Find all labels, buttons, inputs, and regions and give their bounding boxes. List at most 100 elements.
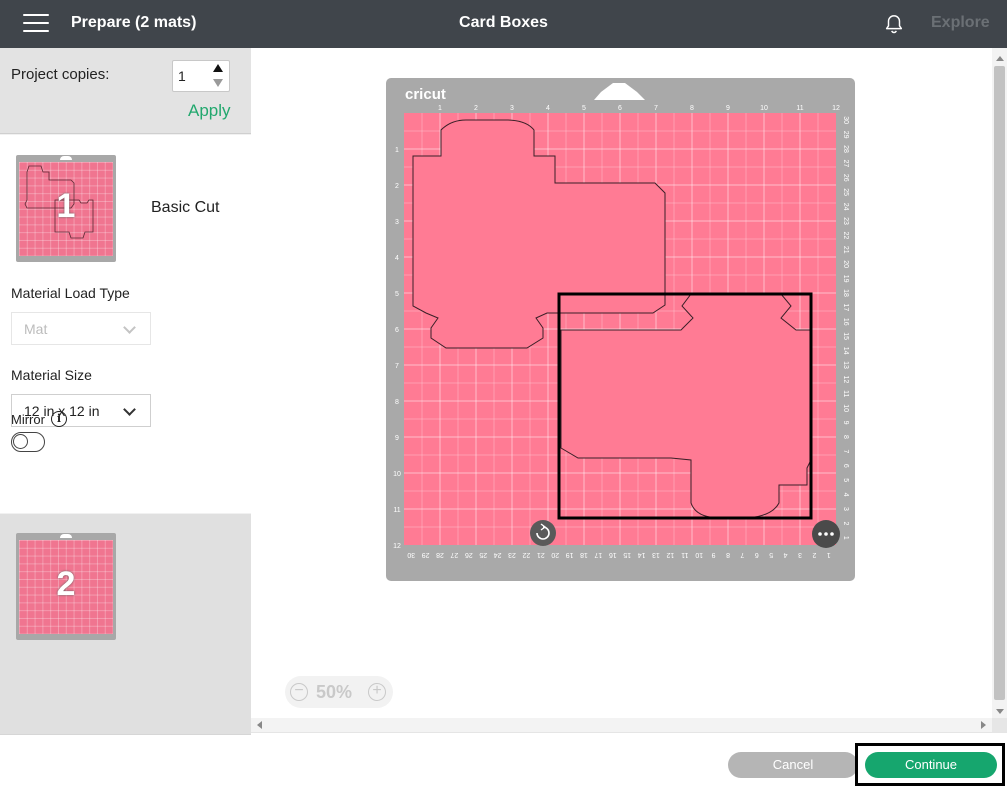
material-size-label: Material Size <box>11 367 92 383</box>
ruler-label: 7 <box>740 551 744 558</box>
ruler-label: 8 <box>726 551 730 558</box>
ruler-label: 23 <box>842 217 849 225</box>
ruler-label: 12 <box>832 105 840 112</box>
zoom-control: − 50% + <box>285 676 393 708</box>
ruler-label: 5 <box>395 291 399 298</box>
ruler-label: 16 <box>609 551 617 558</box>
scroll-left-arrow-icon[interactable] <box>257 721 262 729</box>
ruler-label: 1 <box>842 536 849 540</box>
ruler-label: 24 <box>842 203 849 211</box>
material-load-type-select: Mat <box>11 312 151 345</box>
mat-1-thumbnail[interactable]: 1 <box>16 155 116 262</box>
horizontal-scrollbar[interactable] <box>251 718 992 732</box>
mat-canvas: cricut 1 2 3 4 5 6 7 8 9 10 11 12 1 2 3 4 5 6 7 8 9 10 11 12 30 2… <box>251 48 992 718</box>
mat-notch <box>60 156 72 160</box>
material-load-type-value: Mat <box>24 321 48 337</box>
ruler-label: 9 <box>712 551 716 558</box>
explore-link[interactable]: Explore <box>931 14 990 32</box>
ruler-label: 16 <box>842 318 849 326</box>
rotate-icon[interactable] <box>530 520 556 546</box>
bell-icon[interactable] <box>883 13 905 35</box>
mirror-label: Mirror <box>11 412 45 427</box>
mat-2-section: 2 <box>0 514 251 734</box>
ruler-label: 17 <box>594 551 602 558</box>
ruler-label: 30 <box>842 116 849 124</box>
ruler-label: 4 <box>842 493 849 497</box>
zoom-in-icon[interactable]: + <box>368 683 386 701</box>
ruler-label: 11 <box>393 507 400 514</box>
ruler-label: 1 <box>438 105 442 112</box>
ruler-label: 11 <box>681 551 688 558</box>
scrollbar-corner <box>992 718 1007 732</box>
ruler-label: 19 <box>566 551 574 558</box>
ruler-label: 1 <box>827 551 831 558</box>
zoom-out-icon[interactable]: − <box>290 683 308 701</box>
page-title: Prepare (2 mats) <box>71 14 197 31</box>
scroll-right-arrow-icon[interactable] <box>981 721 986 729</box>
ruler-label: 27 <box>450 551 458 558</box>
scroll-up-arrow-icon[interactable] <box>996 56 1004 61</box>
ruler-label: 21 <box>537 551 545 558</box>
menu-icon[interactable] <box>23 14 49 34</box>
ruler-label: 6 <box>842 464 849 468</box>
ruler-label: 20 <box>551 551 559 558</box>
ruler-label: 7 <box>654 105 658 112</box>
ruler-label: 4 <box>784 551 788 558</box>
ruler-label: 24 <box>494 551 502 558</box>
ruler-label: 25 <box>842 188 849 196</box>
ruler-label: 3 <box>510 105 514 112</box>
cancel-button[interactable]: Cancel <box>728 752 858 778</box>
ruler-label: 8 <box>395 399 399 406</box>
ruler-label: 5 <box>769 551 773 558</box>
info-icon[interactable]: i <box>51 411 67 427</box>
ruler-label: 3 <box>842 507 849 511</box>
left-panel-footer <box>0 734 251 795</box>
mat-1-number: 1 <box>56 187 76 225</box>
vertical-scrollbar[interactable] <box>992 48 1007 718</box>
ruler-label: 30 <box>407 551 415 558</box>
ruler-label: 28 <box>842 145 849 153</box>
ruler-label: 5 <box>842 478 849 482</box>
mat-list-panel: Project copies: 1 Apply 1 Basic Cut Mate… <box>0 48 251 795</box>
project-copies-label: Project copies: <box>11 66 110 83</box>
ruler-label: 19 <box>842 275 849 283</box>
ruler-label: 10 <box>842 404 849 412</box>
ruler-label: 3 <box>798 551 802 558</box>
ruler-label: 18 <box>580 551 588 558</box>
chevron-down-icon <box>123 403 136 416</box>
ruler-label: 14 <box>842 347 849 355</box>
increment-arrow-icon[interactable] <box>213 64 223 72</box>
project-copies-input[interactable]: 1 <box>172 60 230 92</box>
more-options-icon[interactable] <box>812 520 840 548</box>
vertical-scroll-thumb[interactable] <box>994 66 1005 700</box>
mirror-toggle[interactable] <box>11 432 45 452</box>
toggle-knob <box>13 434 28 449</box>
ruler-label: 26 <box>842 174 849 182</box>
ruler-label: 8 <box>690 105 694 112</box>
ruler-label: 27 <box>842 160 849 168</box>
continue-button[interactable]: Continue <box>865 752 997 778</box>
ruler-label: 2 <box>474 105 478 112</box>
ruler-label: 29 <box>422 551 430 558</box>
ruler-label: 7 <box>842 449 849 453</box>
ruler-label: 6 <box>395 327 399 334</box>
ruler-label: 3 <box>395 219 399 226</box>
zoom-level: 50% <box>316 682 353 702</box>
mat-2-number: 2 <box>56 565 76 603</box>
cut-mode-label: Basic Cut <box>151 199 220 216</box>
mat-2-thumbnail[interactable]: 2 <box>16 533 116 640</box>
decrement-arrow-icon[interactable] <box>213 79 223 87</box>
ruler-label: 2 <box>812 551 816 558</box>
ruler-label: 15 <box>842 332 849 340</box>
ruler-label: 2 <box>842 521 849 525</box>
ruler-label: 13 <box>652 551 660 558</box>
mat-brand: cricut <box>405 86 446 103</box>
mat-notch <box>60 534 72 538</box>
mat-1-section: 1 Basic Cut Material Load Type Mat Mater… <box>0 135 251 513</box>
chevron-down-icon <box>123 321 136 334</box>
ruler-label: 4 <box>546 105 550 112</box>
scroll-down-arrow-icon[interactable] <box>996 709 1004 714</box>
ruler-label: 23 <box>508 551 516 558</box>
ruler-label: 28 <box>436 551 444 558</box>
apply-button[interactable]: Apply <box>188 101 231 121</box>
